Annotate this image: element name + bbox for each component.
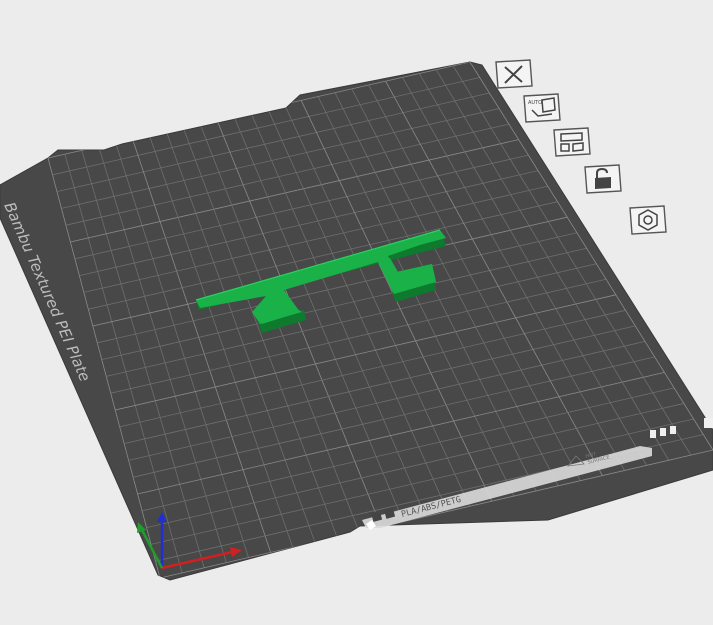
- build-plate-scene[interactable]: Bambu Textured PEI Plate PLA/ABS/PETG HO…: [0, 0, 713, 625]
- 3d-viewport[interactable]: Bambu Textured PEI Plate PLA/ABS/PETG HO…: [0, 0, 713, 625]
- unlock-icon: [584, 164, 622, 194]
- arrange-button[interactable]: [552, 126, 592, 158]
- hex-settings-icon: [629, 205, 667, 235]
- lock-plate-button[interactable]: [583, 163, 623, 195]
- arrange-icon: [553, 127, 591, 157]
- auto-orient-icon: AUTO: [523, 93, 561, 123]
- build-plate[interactable]: [0, 61, 713, 581]
- remove-plate-button[interactable]: [494, 58, 534, 90]
- auto-arrange-button[interactable]: AUTO: [522, 92, 562, 124]
- plate-settings-button[interactable]: [628, 204, 668, 236]
- close-icon: [495, 59, 533, 89]
- auto-label: AUTO: [528, 100, 542, 106]
